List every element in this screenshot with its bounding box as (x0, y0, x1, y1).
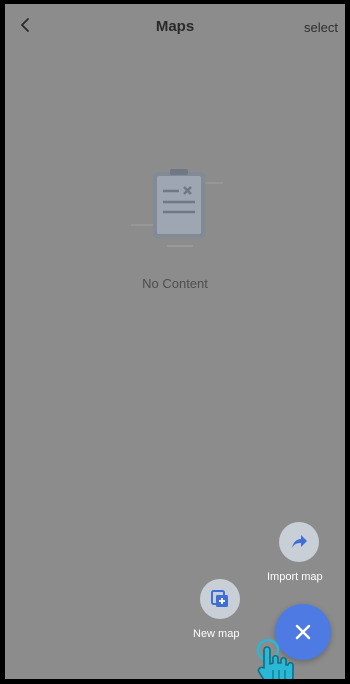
empty-state-text: No Content (142, 276, 208, 291)
import-map-label[interactable]: Import map (267, 571, 323, 583)
empty-clipboard-icon (123, 167, 233, 257)
new-map-button[interactable] (200, 579, 240, 619)
share-arrow-icon (292, 535, 307, 548)
tap-hand-icon (255, 636, 301, 679)
page-title: Maps (155, 18, 195, 35)
select-button[interactable]: select (304, 20, 338, 35)
import-map-button[interactable] (279, 522, 319, 562)
new-map-label[interactable]: New map (193, 628, 239, 640)
new-map-icon (211, 590, 228, 607)
device-frame: Maps select No Content Import map New ma… (0, 0, 350, 684)
maps-screen: Maps select No Content Import map New ma… (5, 4, 345, 679)
